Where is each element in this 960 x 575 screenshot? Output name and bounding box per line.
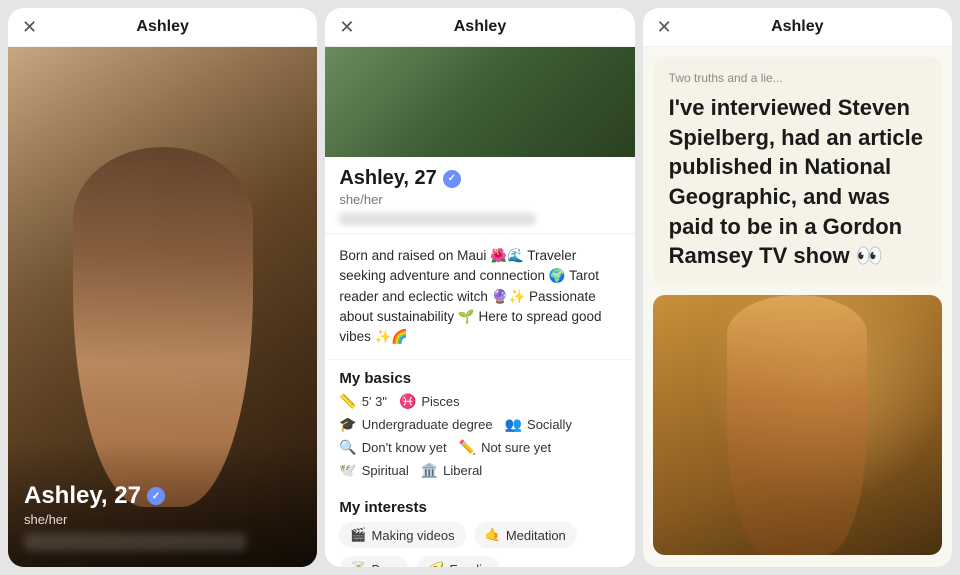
politics-icon: 🏛️ xyxy=(421,462,438,479)
basic-social: 👥 Socially xyxy=(505,416,572,433)
name-overlay: Ashley, 27 ✓ she/her xyxy=(8,442,317,567)
profile-pronoun: she/her xyxy=(339,192,620,207)
card-2-title: Ashley xyxy=(454,18,506,36)
overlay-pronoun: she/her xyxy=(24,512,301,527)
drugs-icon: ✏️ xyxy=(459,439,476,456)
card-3-header: ✕ Ashley xyxy=(643,8,952,47)
close-button-2[interactable]: ✕ xyxy=(339,18,354,36)
blurred-contact xyxy=(339,213,536,225)
interests-section: 🎬 Making videos 🤙 Meditation 🍸 Bars 🥑 Fo… xyxy=(325,522,634,567)
interest-bars: 🍸 Bars xyxy=(339,556,409,567)
verified-badge-2: ✓ xyxy=(443,170,461,188)
interest-videos: 🎬 Making videos xyxy=(339,522,465,548)
bars-icon: 🍸 xyxy=(350,561,366,567)
profile-photo-top xyxy=(325,47,634,157)
foodie-icon: 🥑 xyxy=(428,561,444,567)
profile-name-bar: Ashley, 27 ✓ she/her xyxy=(325,157,634,234)
person-shape-3 xyxy=(727,295,867,555)
card-1-body: Ashley, 27 ✓ she/her xyxy=(8,47,317,567)
card-3-title: Ashley xyxy=(771,18,823,36)
verified-badge: ✓ xyxy=(147,487,165,505)
meditation-icon: 🤙 xyxy=(485,527,501,543)
interest-meditation: 🤙 Meditation xyxy=(474,522,577,548)
profile-photo-1: Ashley, 27 ✓ she/her xyxy=(8,47,317,567)
profile-name-row: Ashley, 27 ✓ xyxy=(339,167,620,190)
blurred-info-bar xyxy=(24,533,246,551)
bio-text: Born and raised on Maui 🌺🌊 Traveler seek… xyxy=(339,246,620,347)
interests-title: My interests xyxy=(325,489,634,522)
close-button-3[interactable]: ✕ xyxy=(657,18,672,36)
interest-foodie: 🥑 Foodie xyxy=(417,556,500,567)
basic-kids: 🔍 Don't know yet xyxy=(339,439,446,456)
edu-icon: 🎓 xyxy=(339,416,356,433)
card-3: ✕ Ashley Two truths and a lie... I've in… xyxy=(643,8,952,567)
basic-edu: 🎓 Undergraduate degree xyxy=(339,416,492,433)
basics-title: My basics xyxy=(325,360,634,393)
card-2: ✕ Ashley Ashley, 27 ✓ she/her Born and r… xyxy=(325,8,634,567)
basics-grid: 📏 5' 3" ♓ Pisces 🎓 Undergraduate degree … xyxy=(325,393,634,489)
basic-religion: 🕊️ Spiritual xyxy=(339,462,408,479)
truth-text: I've interviewed Steven Spielberg, had a… xyxy=(669,93,926,271)
sign-icon: ♓ xyxy=(399,393,416,410)
photo-card-3-inner xyxy=(653,295,942,555)
videos-icon: 🎬 xyxy=(350,527,366,543)
card-1-title: Ashley xyxy=(136,18,188,36)
card-1-header: ✕ Ashley xyxy=(8,8,317,47)
truth-prompt: Two truths and a lie... xyxy=(669,71,926,85)
basic-drugs: ✏️ Not sure yet xyxy=(459,439,552,456)
overlay-name: Ashley, 27 ✓ xyxy=(24,482,301,510)
card-2-body: Ashley, 27 ✓ she/her Born and raised on … xyxy=(325,47,634,567)
close-button-1[interactable]: ✕ xyxy=(22,18,37,36)
truth-card: Two truths and a lie... I've interviewed… xyxy=(653,57,942,285)
basic-height: 📏 5' 3" xyxy=(339,393,387,410)
social-icon: 👥 xyxy=(505,416,522,433)
card-3-body: Two truths and a lie... I've interviewed… xyxy=(643,47,952,567)
kids-icon: 🔍 xyxy=(339,439,356,456)
basic-sign: ♓ Pisces xyxy=(399,393,460,410)
card-2-header: ✕ Ashley xyxy=(325,8,634,47)
height-icon: 📏 xyxy=(339,393,356,410)
bio-section: Born and raised on Maui 🌺🌊 Traveler seek… xyxy=(325,234,634,360)
basic-politics: 🏛️ Liberal xyxy=(421,462,482,479)
religion-icon: 🕊️ xyxy=(339,462,356,479)
photo-card-3 xyxy=(653,295,942,555)
card-1: ✕ Ashley Ashley, 27 ✓ she/her xyxy=(8,8,317,567)
